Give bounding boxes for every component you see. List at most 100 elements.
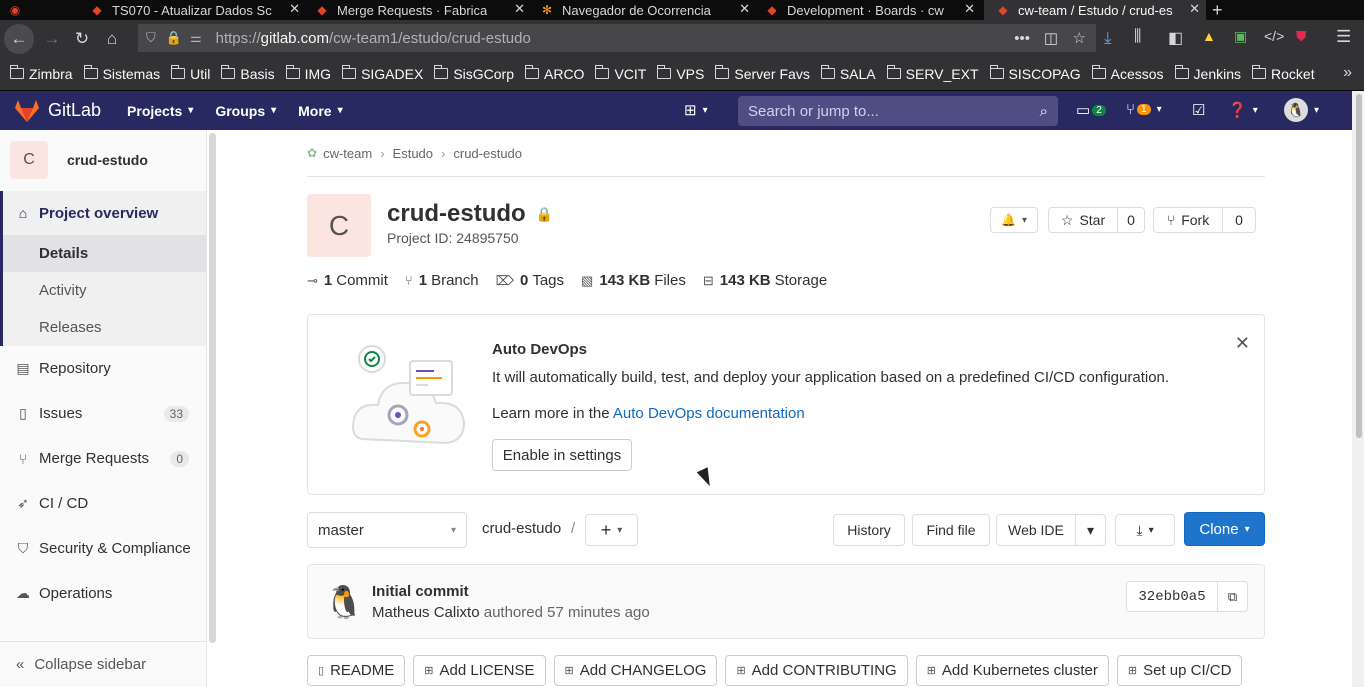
nav-projects[interactable]: Projects ▾ [127, 103, 193, 119]
tab-2[interactable]: ◆ Merge Requests · Fabrica ✕ [309, 0, 531, 20]
close-icon[interactable]: ✕ [739, 1, 750, 17]
stat-files[interactable]: ▧ 143 KB Files [581, 272, 686, 289]
tab-3[interactable]: ✻ Navegador de Ocorrencia ✕ [534, 0, 756, 20]
url-bar[interactable]: ⛉ 🔒 ⚌ https://gitlab.com/cw-team1/estudo… [138, 24, 1096, 52]
branch-selector[interactable]: master ▾ [307, 512, 467, 548]
sidebar-item-releases[interactable]: Releases [3, 309, 206, 346]
close-icon[interactable]: ✕ [964, 1, 975, 17]
add-file-dropdown[interactable]: + ▾ [585, 514, 638, 546]
sidebar-scrollbar[interactable] [209, 133, 216, 643]
sidebar-item-issues[interactable]: ▯ Issues 33 [0, 391, 206, 436]
tab-5-active[interactable]: ◆ cw-team / Estudo / crud-es ✕ [984, 0, 1206, 20]
close-icon[interactable]: ✕ [289, 1, 300, 17]
enable-in-settings-button[interactable]: Enable in settings [492, 439, 632, 471]
extension-icon[interactable]: ▲ [1202, 28, 1216, 44]
bookmark-folder[interactable]: ARCO [525, 65, 584, 82]
stat-tags[interactable]: ⌦ 0 Tags [496, 272, 564, 289]
fork-count[interactable]: 0 [1222, 207, 1256, 233]
back-button[interactable]: ← [4, 23, 34, 54]
sidebar-item-security[interactable]: ⛉ Security & Compliance [0, 526, 206, 571]
user-menu[interactable]: 🐧 ▾ [1284, 98, 1319, 122]
todos-link[interactable]: ☑ [1192, 101, 1205, 119]
nav-more[interactable]: More ▾ [298, 103, 342, 119]
commit-message[interactable]: Initial commit [372, 583, 469, 600]
sidebar-item-repository[interactable]: ▤ Repository [0, 346, 206, 391]
bookmark-folder[interactable]: VPS [657, 65, 704, 82]
new-tab-button[interactable]: + [1212, 0, 1232, 20]
gitlab-logo[interactable]: GitLab [14, 99, 101, 123]
close-icon[interactable]: ✕ [1235, 333, 1250, 354]
collapse-sidebar-button[interactable]: « Collapse sidebar [0, 641, 206, 687]
bookmark-star-icon[interactable]: ☆ [1073, 29, 1086, 47]
bookmark-folder[interactable]: Sistemas [83, 65, 160, 82]
add-changelog-button[interactable]: ⊞ Add CHANGELOG [553, 655, 718, 686]
readme-button[interactable]: ▯ README [307, 655, 406, 686]
add-license-button[interactable]: ⊞ Add LICENSE [413, 655, 546, 686]
close-icon[interactable]: ✕ [1189, 1, 1200, 17]
sidebar-icon[interactable]: ◧ [1168, 28, 1183, 48]
forward-button[interactable]: → [37, 24, 67, 54]
nav-groups[interactable]: Groups ▾ [215, 103, 276, 119]
library-icon[interactable]: ⫼ [1134, 28, 1141, 46]
bookmark-folder[interactable]: SALA [820, 65, 876, 82]
bookmark-folder[interactable]: SisGCorp [434, 65, 514, 82]
more-icon[interactable]: ••• [1014, 30, 1030, 47]
clone-button[interactable]: Clone ▾ [1184, 512, 1265, 546]
devops-docs-link[interactable]: Auto DevOps documentation [613, 405, 805, 422]
commit-author[interactable]: Matheus Calixto [372, 604, 480, 621]
tab-1[interactable]: ◆ TS070 - Atualizar Dados Sc ✕ [84, 0, 306, 20]
devtools-icon[interactable]: </> [1264, 28, 1284, 44]
download-icon[interactable]: ⤓ [1104, 28, 1112, 48]
sidebar-item-merge-requests[interactable]: ⑂ Merge Requests 0 [0, 436, 206, 481]
find-file-button[interactable]: Find file [912, 514, 990, 546]
bookmark-folder[interactable]: SIGADEX [342, 65, 423, 82]
merge-requests-link[interactable]: ⑂ 1 ▾ [1126, 101, 1162, 118]
pocket-icon[interactable]: ◫ [1044, 29, 1058, 47]
ublock-icon[interactable]: ⛊ [1296, 28, 1307, 45]
star-button[interactable]: ☆ Star [1048, 207, 1118, 233]
breadcrumb-group[interactable]: cw-team [323, 146, 372, 161]
reload-button[interactable]: ↻ [67, 24, 97, 54]
stat-storage[interactable]: ⊟ 143 KB Storage [703, 272, 827, 289]
bookmark-folder[interactable]: Server Favs [715, 65, 810, 82]
web-ide-button[interactable]: Web IDE [996, 514, 1076, 546]
bookmark-folder[interactable]: SERV_EXT [886, 65, 979, 82]
tab-4[interactable]: ◆ Development · Boards · cw ✕ [759, 0, 981, 20]
help-dropdown[interactable]: ❓ ▾ [1228, 101, 1258, 119]
sidebar-item-project-overview[interactable]: ⌂ Project overview [3, 191, 206, 235]
copy-icon[interactable]: ⧉ [1217, 581, 1248, 612]
star-count[interactable]: 0 [1117, 207, 1145, 233]
sidebar-item-ci-cd[interactable]: ➶ CI / CD [0, 481, 206, 526]
commit-sha[interactable]: 32ebb0a5 [1126, 581, 1218, 612]
bookmark-folder[interactable]: Acessos [1091, 65, 1164, 82]
menu-icon[interactable]: ☰ [1336, 27, 1351, 47]
bookmark-folder[interactable]: IMG [285, 65, 331, 82]
add-contributing-button[interactable]: ⊞ Add CONTRIBUTING [725, 655, 908, 686]
sidebar-item-details[interactable]: Details [3, 235, 206, 272]
home-button[interactable]: ⌂ [97, 24, 127, 54]
web-ide-dropdown[interactable]: ▾ [1075, 514, 1106, 546]
bookmark-folder[interactable]: Rocket [1252, 65, 1315, 82]
new-dropdown[interactable]: ⊞ ▾ [684, 101, 708, 119]
history-button[interactable]: History [833, 514, 905, 546]
bookmark-folder[interactable]: Basis [221, 65, 275, 82]
extension-icon[interactable]: ▣ [1234, 28, 1247, 45]
sidebar-item-activity[interactable]: Activity [3, 272, 206, 309]
pinned-tab[interactable]: ◉ [8, 0, 32, 20]
bookmarks-overflow-icon[interactable]: » [1343, 64, 1352, 82]
stat-commits[interactable]: ⊸ 1 Commit [307, 272, 388, 289]
bookmark-folder[interactable]: Jenkins [1174, 65, 1241, 82]
breadcrumb-subgroup[interactable]: Estudo [393, 146, 433, 161]
close-icon[interactable]: ✕ [514, 1, 525, 17]
download-dropdown[interactable]: ⤓ ▾ [1115, 514, 1175, 546]
bookmark-folder[interactable]: VCIT [595, 65, 646, 82]
page-scrollbar-thumb[interactable] [1356, 94, 1362, 438]
notification-dropdown[interactable]: 🔔 ▾ [990, 207, 1038, 233]
setup-ci-cd-button[interactable]: ⊞ Set up CI/CD [1116, 655, 1243, 686]
fork-button[interactable]: ⑂ Fork [1153, 207, 1223, 233]
stat-branches[interactable]: ⑂ 1 Branch [405, 272, 479, 289]
bookmark-folder[interactable]: SISCOPAG [989, 65, 1081, 82]
search-input[interactable]: Search or jump to... ⌕ [738, 96, 1058, 126]
bookmark-folder[interactable]: Zimbra [10, 65, 73, 82]
sidebar-item-operations[interactable]: ☁ Operations [0, 571, 206, 616]
